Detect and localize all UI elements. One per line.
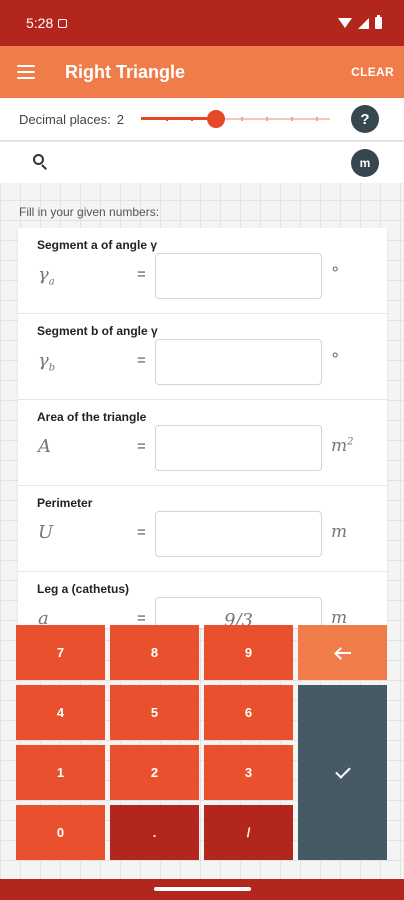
field-perimeter: Perimeter U = m <box>18 486 387 572</box>
slider-fill <box>141 117 216 120</box>
unit-button[interactable]: m <box>351 149 379 177</box>
field-unit: m2 <box>331 436 354 456</box>
page-title: Right Triangle <box>65 61 186 82</box>
navigation-bar <box>0 879 404 900</box>
key-fraction[interactable]: / <box>204 805 293 860</box>
key-0[interactable]: 0 <box>16 805 105 860</box>
check-icon <box>334 762 351 779</box>
field-symbol: γb <box>38 350 56 374</box>
input-card: Segment a of angle γ γa = ° Segment b of… <box>18 228 387 628</box>
equals-sign: = <box>137 352 146 369</box>
key-5[interactable]: 5 <box>110 685 199 740</box>
field-title: Leg a (cathetus) <box>37 582 130 596</box>
clear-button[interactable]: CLEAR <box>351 65 394 79</box>
home-handle[interactable] <box>154 887 251 891</box>
signal-icon <box>358 17 369 29</box>
field-unit: ° <box>331 350 340 370</box>
slider-thumb[interactable] <box>207 110 225 128</box>
key-decimal-point[interactable]: . <box>110 805 199 860</box>
slider-tick <box>166 117 168 121</box>
wifi-icon <box>338 18 352 28</box>
status-time: 5:28 <box>26 15 54 31</box>
field-unit: m <box>331 522 348 542</box>
status-bar: 5:28 <box>0 0 404 46</box>
key-2[interactable]: 2 <box>110 745 199 800</box>
search-bar[interactable]: m <box>0 141 404 183</box>
menu-icon[interactable] <box>17 65 35 79</box>
perimeter-input[interactable] <box>155 511 322 557</box>
field-symbol: A <box>38 436 51 457</box>
key-3[interactable]: 3 <box>204 745 293 800</box>
field-segment-b: Segment b of angle γ γb = ° <box>18 314 387 400</box>
key-7[interactable]: 7 <box>16 625 105 680</box>
instructions-label: Fill in your given numbers: <box>19 205 160 219</box>
backspace-icon <box>335 647 351 659</box>
slider-tick <box>291 117 293 121</box>
slider-tick <box>316 117 318 121</box>
field-segment-a: Segment a of angle γ γa = ° <box>18 228 387 314</box>
leg-a-input[interactable]: 9/3 <box>155 597 322 628</box>
field-unit: ° <box>331 264 340 284</box>
field-symbol: U <box>38 522 54 543</box>
app-bar: Right Triangle CLEAR <box>0 46 404 98</box>
area-input[interactable] <box>155 425 322 471</box>
field-title: Perimeter <box>37 496 93 510</box>
key-9[interactable]: 9 <box>204 625 293 680</box>
slider-tick <box>191 117 193 121</box>
battery-icon <box>375 15 382 29</box>
field-leg-a: Leg a (cathetus) a = 9/3 m <box>18 572 387 628</box>
segment-a-input[interactable] <box>155 253 322 299</box>
equals-sign: = <box>137 266 146 283</box>
equals-sign: = <box>137 438 146 455</box>
status-left: 5:28 <box>26 15 68 31</box>
field-title: Area of the triangle <box>37 410 147 424</box>
decimal-places-slider[interactable] <box>141 110 330 128</box>
equals-sign: = <box>137 524 146 541</box>
field-title: Segment a of angle γ <box>37 238 158 252</box>
help-button[interactable]: ? <box>351 105 379 133</box>
keypad: 7 8 9 4 5 6 1 2 3 0 . / <box>15 625 390 865</box>
slider-tick <box>266 117 268 121</box>
search-icon[interactable] <box>33 154 48 170</box>
key-8[interactable]: 8 <box>110 625 199 680</box>
slider-tick <box>241 117 243 121</box>
key-4[interactable]: 4 <box>16 685 105 740</box>
segment-b-input[interactable] <box>155 339 322 385</box>
field-symbol: γa <box>38 264 55 288</box>
field-title: Segment b of angle γ <box>37 324 158 338</box>
decimal-places-label: Decimal places: <box>19 111 111 127</box>
decimal-places-row: Decimal places: 2 ? <box>0 98 404 140</box>
key-1[interactable]: 1 <box>16 745 105 800</box>
key-6[interactable]: 6 <box>204 685 293 740</box>
confirm-button[interactable] <box>298 685 387 860</box>
sim-icon <box>58 18 68 28</box>
status-right <box>338 15 382 29</box>
field-area: Area of the triangle A = m2 <box>18 400 387 486</box>
backspace-button[interactable] <box>298 625 387 680</box>
decimal-places-value: 2 <box>116 111 124 127</box>
